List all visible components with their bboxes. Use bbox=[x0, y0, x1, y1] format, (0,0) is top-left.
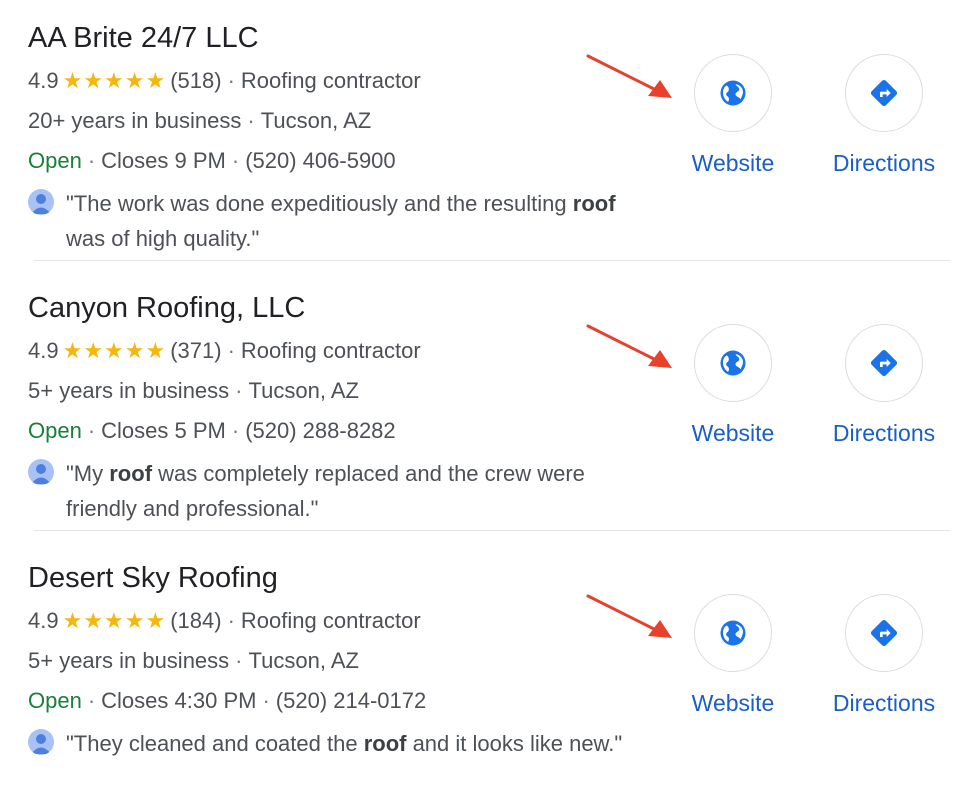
highlighted-keyword: roof bbox=[572, 191, 616, 216]
directions-icon[interactable] bbox=[845, 594, 923, 672]
separator-dot: · bbox=[231, 418, 240, 443]
open-status: Open bbox=[28, 688, 82, 713]
rating-row: 4.9 ★★★★★ (371) · Roofing contractor bbox=[28, 338, 421, 364]
closing-time: Closes 9 PM bbox=[101, 148, 226, 173]
user-avatar-icon bbox=[28, 189, 54, 215]
rating-value: 4.9 bbox=[28, 68, 59, 93]
separator-dot: · bbox=[227, 608, 235, 633]
website-button[interactable]: Website bbox=[678, 54, 788, 177]
details-row: 5+ years in business · Tucson, AZ bbox=[28, 378, 359, 404]
business-listing: AA Brite 24/7 LLC 4.9 ★★★★★ (518) · Roofing … bbox=[0, 0, 980, 270]
rating-value: 4.9 bbox=[28, 338, 59, 363]
hours-row: Open · Closes 4:30 PM · (520) 214-0172 bbox=[28, 688, 426, 714]
closing-time: Closes 5 PM bbox=[101, 418, 226, 443]
separator-dot: · bbox=[87, 418, 96, 443]
business-location: Tucson, AZ bbox=[248, 378, 359, 403]
phone-number[interactable]: (520) 406-5900 bbox=[245, 148, 395, 173]
red-arrow-icon bbox=[586, 54, 672, 98]
closing-time: Closes 4:30 PM bbox=[101, 688, 257, 713]
phone-number[interactable]: (520) 214-0172 bbox=[276, 688, 426, 713]
review-count[interactable]: (184) bbox=[170, 608, 221, 633]
details-row: 20+ years in business · Tucson, AZ bbox=[28, 108, 371, 134]
open-status: Open bbox=[28, 148, 82, 173]
separator-dot: · bbox=[227, 68, 235, 93]
business-name[interactable]: Desert Sky Roofing bbox=[28, 562, 278, 595]
years-in-business: 5+ years in business bbox=[28, 648, 230, 673]
rating-value: 4.9 bbox=[28, 608, 59, 633]
separator-dot: · bbox=[262, 688, 270, 713]
details-row: 5+ years in business · Tucson, AZ bbox=[28, 648, 359, 674]
separator-dot: · bbox=[87, 148, 96, 173]
separator-dot: · bbox=[235, 648, 243, 673]
review-quote: "They cleaned and coated the roof and it… bbox=[66, 731, 623, 756]
business-category: Roofing contractor bbox=[240, 608, 421, 633]
rating-row: 4.9 ★★★★★ (518) · Roofing contractor bbox=[28, 68, 421, 94]
website-label[interactable]: Website bbox=[678, 150, 788, 177]
website-button[interactable]: Website bbox=[678, 594, 788, 717]
globe-icon[interactable] bbox=[694, 594, 772, 672]
star-rating-icon: ★★★★★ bbox=[62, 338, 167, 363]
red-arrow-icon bbox=[586, 594, 672, 638]
star-rating-icon: ★★★★★ bbox=[62, 68, 167, 93]
hours-row: Open · Closes 5 PM · (520) 288-8282 bbox=[28, 418, 396, 444]
red-arrow-icon bbox=[586, 324, 672, 368]
business-category: Roofing contractor bbox=[240, 338, 421, 363]
globe-icon[interactable] bbox=[694, 324, 772, 402]
separator-dot: · bbox=[247, 108, 255, 133]
directions-icon[interactable] bbox=[845, 324, 923, 402]
user-avatar-icon bbox=[28, 459, 54, 485]
user-avatar-icon bbox=[28, 729, 54, 755]
business-listing: Desert Sky Roofing 4.9 ★★★★★ (184) · Roofing… bbox=[0, 540, 980, 810]
business-name[interactable]: Canyon Roofing, LLC bbox=[28, 292, 305, 325]
directions-button[interactable]: Directions bbox=[829, 54, 939, 177]
directions-label[interactable]: Directions bbox=[829, 150, 939, 177]
directions-label[interactable]: Directions bbox=[829, 690, 939, 717]
separator-dot: · bbox=[87, 688, 96, 713]
listing-divider bbox=[34, 260, 950, 261]
business-location: Tucson, AZ bbox=[248, 648, 359, 673]
website-label[interactable]: Website bbox=[678, 420, 788, 447]
separator-dot: · bbox=[231, 148, 240, 173]
directions-label[interactable]: Directions bbox=[829, 420, 939, 447]
directions-icon[interactable] bbox=[845, 54, 923, 132]
website-button[interactable]: Website bbox=[678, 324, 788, 447]
globe-icon[interactable] bbox=[694, 54, 772, 132]
hours-row: Open · Closes 9 PM · (520) 406-5900 bbox=[28, 148, 396, 174]
highlighted-keyword: roof bbox=[109, 461, 153, 486]
review-count[interactable]: (518) bbox=[170, 68, 221, 93]
rating-row: 4.9 ★★★★★ (184) · Roofing contractor bbox=[28, 608, 421, 634]
listing-divider bbox=[34, 530, 950, 531]
years-in-business: 20+ years in business bbox=[28, 108, 242, 133]
business-location: Tucson, AZ bbox=[260, 108, 372, 133]
business-category: Roofing contractor bbox=[240, 68, 421, 93]
separator-dot: · bbox=[227, 338, 235, 363]
business-name[interactable]: AA Brite 24/7 LLC bbox=[28, 22, 259, 55]
directions-button[interactable]: Directions bbox=[829, 324, 939, 447]
directions-button[interactable]: Directions bbox=[829, 594, 939, 717]
website-label[interactable]: Website bbox=[678, 690, 788, 717]
star-rating-icon: ★★★★★ bbox=[62, 608, 167, 633]
business-listing: Canyon Roofing, LLC 4.9 ★★★★★ (371) · Roofin… bbox=[0, 270, 980, 540]
review-count[interactable]: (371) bbox=[170, 338, 221, 363]
review-quote: "My roof was completely replaced and the… bbox=[66, 461, 585, 521]
open-status: Open bbox=[28, 418, 82, 443]
years-in-business: 5+ years in business bbox=[28, 378, 230, 403]
review-quote: "The work was done expeditiously and the… bbox=[66, 191, 616, 251]
phone-number[interactable]: (520) 288-8282 bbox=[245, 418, 395, 443]
highlighted-keyword: roof bbox=[363, 731, 407, 756]
separator-dot: · bbox=[235, 378, 243, 403]
